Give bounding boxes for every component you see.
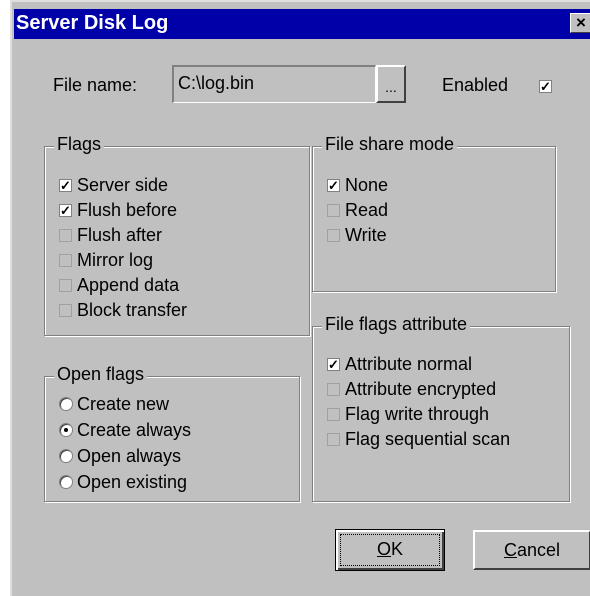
checkmark-icon: ✓ (328, 357, 339, 372)
open-flags-group-title: Open flags (54, 364, 148, 385)
title-bar[interactable]: Server Disk Log × (14, 9, 590, 39)
flags-group: Flags ✓ Server side ✓ Flush before Flush aft… (44, 134, 310, 336)
checkmark-icon: ✓ (328, 178, 339, 193)
flags-attribute-group: File flags attribute ✓ Attribute normal At… (312, 314, 570, 502)
checkbox-box[interactable] (327, 229, 340, 242)
checkmark-icon: ✓ (540, 79, 551, 94)
checkbox-label: Flush after (77, 225, 163, 245)
checkbox-label: Mirror log (77, 250, 154, 270)
checkbox-label: Flush before (77, 200, 178, 220)
open-flags-group: Open flags Create new Create always Open a… (44, 364, 300, 502)
radio-label: Open existing (77, 472, 188, 492)
checkbox-label: Server side (77, 175, 169, 195)
focus-rect (340, 534, 440, 566)
radio-button[interactable] (59, 423, 73, 437)
share-mode-group: File share mode ✓ None Read Write (312, 134, 556, 292)
checkbox-box[interactable] (59, 279, 72, 292)
checkbox-box[interactable] (327, 408, 340, 421)
share-mode-group-title: File share mode (322, 134, 458, 155)
radio-button[interactable] (59, 397, 73, 411)
cancel-label: ancel (516, 540, 561, 560)
checkmark-icon: ✓ (60, 203, 71, 218)
radio-button[interactable] (59, 449, 73, 463)
radio-label: Create new (77, 394, 170, 414)
flags-group-title: Flags (54, 134, 105, 155)
file-name-input[interactable]: C:\log.bin (172, 65, 376, 103)
radio-label: Create always (77, 420, 192, 440)
checkbox-label: Flag write through (345, 404, 490, 424)
cancel-button[interactable]: Cancel (473, 530, 590, 570)
checkbox-label: Flag sequential scan (345, 429, 511, 449)
checkbox-label: Append data (77, 275, 180, 295)
cancel-mnemonic: C (503, 540, 517, 560)
checkbox-label: Attribute encrypted (345, 379, 497, 399)
checkbox-label: Block transfer (77, 300, 188, 320)
enabled-checkbox[interactable]: ✓ (539, 80, 552, 93)
checkbox-label: None (345, 175, 389, 195)
checkbox-box[interactable]: ✓ (327, 358, 340, 371)
dialog-window: Server Disk Log × File name: C:\log.bin … (10, 0, 590, 596)
file-name-label: File name: (53, 75, 138, 95)
flags-attribute-group-title: File flags attribute (322, 314, 471, 335)
checkbox-box[interactable]: ✓ (327, 179, 340, 192)
ok-button[interactable]: OK (335, 529, 445, 571)
checkbox-box[interactable] (59, 229, 72, 242)
checkbox-label: Read (345, 200, 389, 220)
radio-label: Open always (77, 446, 182, 466)
checkbox-box[interactable] (59, 254, 72, 267)
checkbox-label: Write (345, 225, 387, 245)
checkbox-label: Attribute normal (345, 354, 473, 374)
radio-button[interactable] (59, 475, 73, 489)
close-icon: × (576, 13, 586, 32)
close-button[interactable]: × (570, 13, 590, 33)
window-title: Server Disk Log (16, 12, 169, 34)
checkbox-box[interactable]: ✓ (59, 179, 72, 192)
browse-button[interactable]: ... (376, 65, 406, 103)
radio-dot-icon (64, 428, 68, 432)
checkbox-box[interactable] (327, 433, 340, 446)
checkbox-box[interactable]: ✓ (59, 204, 72, 217)
checkmark-icon: ✓ (60, 178, 71, 193)
checkbox-box[interactable] (327, 383, 340, 396)
checkbox-box[interactable] (327, 204, 340, 217)
checkbox-box[interactable] (59, 304, 72, 317)
enabled-label: Enabled (442, 75, 509, 95)
